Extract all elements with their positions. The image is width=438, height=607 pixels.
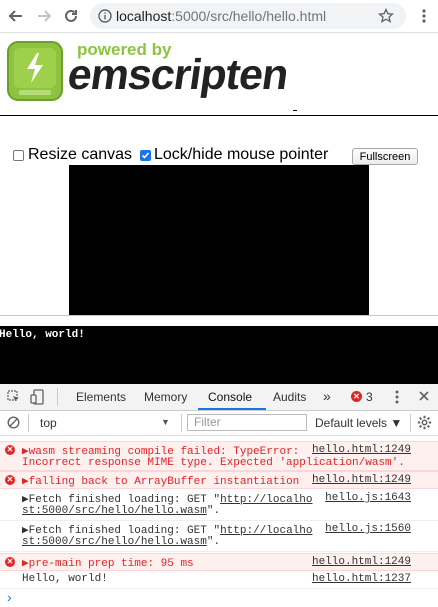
tab-audits[interactable]: Audits <box>273 390 306 404</box>
resize-canvas-label[interactable]: Resize canvas <box>28 146 132 164</box>
close-devtools-icon[interactable] <box>418 390 430 402</box>
output-textarea[interactable]: Hello, world! <box>0 326 438 384</box>
tab-memory[interactable]: Memory <box>144 390 187 404</box>
forward-arrow-icon <box>38 10 52 22</box>
tab-separator <box>57 388 58 406</box>
message-suffix: ". <box>206 536 221 548</box>
message-source-link[interactable]: hello.html:1237 <box>312 573 411 585</box>
message-text: st:5000/src/hello/hello.wasm". <box>22 536 220 548</box>
kebab-menu-icon <box>422 9 426 23</box>
message-source-link[interactable]: hello.js:1560 <box>325 523 411 535</box>
url-text: localhost:5000/src/hello/hello.html <box>116 8 326 24</box>
message-url-link[interactable]: http://localho <box>220 525 312 537</box>
emscripten-canvas[interactable] <box>69 165 369 315</box>
resize-canvas-checkbox[interactable] <box>13 150 24 161</box>
message-text: ▶wasm streaming compile failed: TypeErro… <box>22 446 300 458</box>
filter-input[interactable]: Filter <box>187 414 307 431</box>
divider-mark <box>293 110 297 111</box>
log-levels-dropdown[interactable]: Default levels ▼ <box>315 416 402 430</box>
message-url-link[interactable]: st:5000/src/hello/hello.wasm <box>22 536 207 548</box>
toolbar-separator <box>410 414 411 432</box>
address-bar[interactable]: localhost:5000/src/hello/hello.html <box>90 3 406 29</box>
active-tab-indicator <box>198 408 266 410</box>
message-text: ▶pre-main prep time: 95 ms <box>22 558 194 570</box>
devtools-menu-icon[interactable] <box>395 389 399 405</box>
back-button[interactable] <box>4 4 28 28</box>
context-value: top <box>40 416 57 430</box>
console-message-info[interactable]: ▶Fetch finished loading: GET "http://loc… <box>0 490 438 521</box>
message-url-link[interactable]: st:5000/src/hello/hello.wasm <box>22 505 207 517</box>
message-text: ▶Fetch finished loading: GET "http://loc… <box>22 492 312 506</box>
browser-toolbar: localhost:5000/src/hello/hello.html <box>0 0 438 33</box>
message-text: Hello, world! <box>22 573 108 585</box>
url-host: localhost <box>116 8 172 24</box>
emscripten-wordmark: emscripten <box>64 51 291 99</box>
back-arrow-icon <box>8 10 22 22</box>
more-tabs-button[interactable]: » <box>323 388 331 404</box>
divider <box>0 315 438 316</box>
message-url-link[interactable]: http://localho <box>220 494 312 506</box>
error-count[interactable]: 3 <box>366 390 373 404</box>
emscripten-badge-logo <box>7 41 63 101</box>
lock-pointer-label[interactable]: Lock/hide mouse pointer <box>154 146 328 164</box>
message-source-link[interactable]: hello.html:1249 <box>312 474 411 486</box>
message-source-link[interactable]: hello.html:1249 <box>312 444 411 456</box>
toolbar-separator <box>181 414 182 432</box>
info-icon[interactable] <box>98 9 112 23</box>
bookmark-star-icon[interactable] <box>378 8 394 24</box>
canvas-controls: Resize canvas Lock/hide mouse pointer Fu… <box>0 145 438 165</box>
prompt-chevron-icon: › <box>7 589 12 605</box>
reload-button[interactable] <box>59 4 83 28</box>
dropdown-arrow-icon: ▼ <box>161 417 170 427</box>
clear-console-icon[interactable] <box>7 416 20 429</box>
lock-pointer-checkbox[interactable] <box>140 150 151 161</box>
context-selector[interactable]: top ▼ <box>33 412 175 432</box>
error-count-icon[interactable]: ✕ <box>351 391 362 402</box>
message-source-link[interactable]: hello.html:1249 <box>312 556 411 568</box>
message-text: ▶falling back to ArrayBuffer instantiati… <box>22 476 300 488</box>
console-settings-gear-icon[interactable] <box>417 415 432 430</box>
tab-elements[interactable]: Elements <box>76 390 126 404</box>
console-message-error[interactable]: ✕ ▶pre-main prep time: 95 ms hello.html:… <box>0 553 438 571</box>
console-message-info[interactable]: ▶Fetch finished loading: GET "http://loc… <box>0 521 438 552</box>
output-text: Hello, world! <box>0 329 85 341</box>
console-message-log[interactable]: Hello, world! hello.html:1237 <box>0 571 438 589</box>
message-text: Incorrect response MIME type. Expected '… <box>22 457 405 469</box>
checkmark-icon <box>141 152 150 159</box>
url-path: :5000/src/hello/hello.html <box>171 8 327 24</box>
fullscreen-button[interactable]: Fullscreen <box>352 148 418 165</box>
message-suffix: ". <box>206 505 221 517</box>
toolbar-separator <box>28 414 29 432</box>
emscripten-logo[interactable]: powered by emscripten <box>0 33 438 115</box>
browser-menu-button[interactable] <box>412 4 436 28</box>
console-toolbar: top ▼ Filter Default levels ▼ <box>0 411 438 436</box>
console-message-error[interactable]: ✕ ▶wasm streaming compile failed: TypeEr… <box>0 441 438 471</box>
reload-icon <box>65 9 77 22</box>
error-icon: ✕ <box>5 557 15 567</box>
divider <box>0 115 438 116</box>
devtools-tabbar: Elements Memory Console Audits » ✕ 3 <box>0 384 438 411</box>
message-text: ▶Fetch finished loading: GET "http://loc… <box>22 523 312 537</box>
message-source-link[interactable]: hello.js:1643 <box>325 492 411 504</box>
forward-button[interactable] <box>32 4 56 28</box>
console-prompt[interactable]: › <box>0 589 438 607</box>
device-toolbar-icon[interactable] <box>30 389 46 405</box>
error-icon: ✕ <box>5 475 15 485</box>
tab-console[interactable]: Console <box>208 390 252 404</box>
error-icon: ✕ <box>5 445 15 455</box>
message-text: st:5000/src/hello/hello.wasm". <box>22 505 220 517</box>
console-message-error[interactable]: ✕ ▶falling back to ArrayBuffer instantia… <box>0 471 438 489</box>
inspect-element-icon[interactable] <box>7 390 21 404</box>
